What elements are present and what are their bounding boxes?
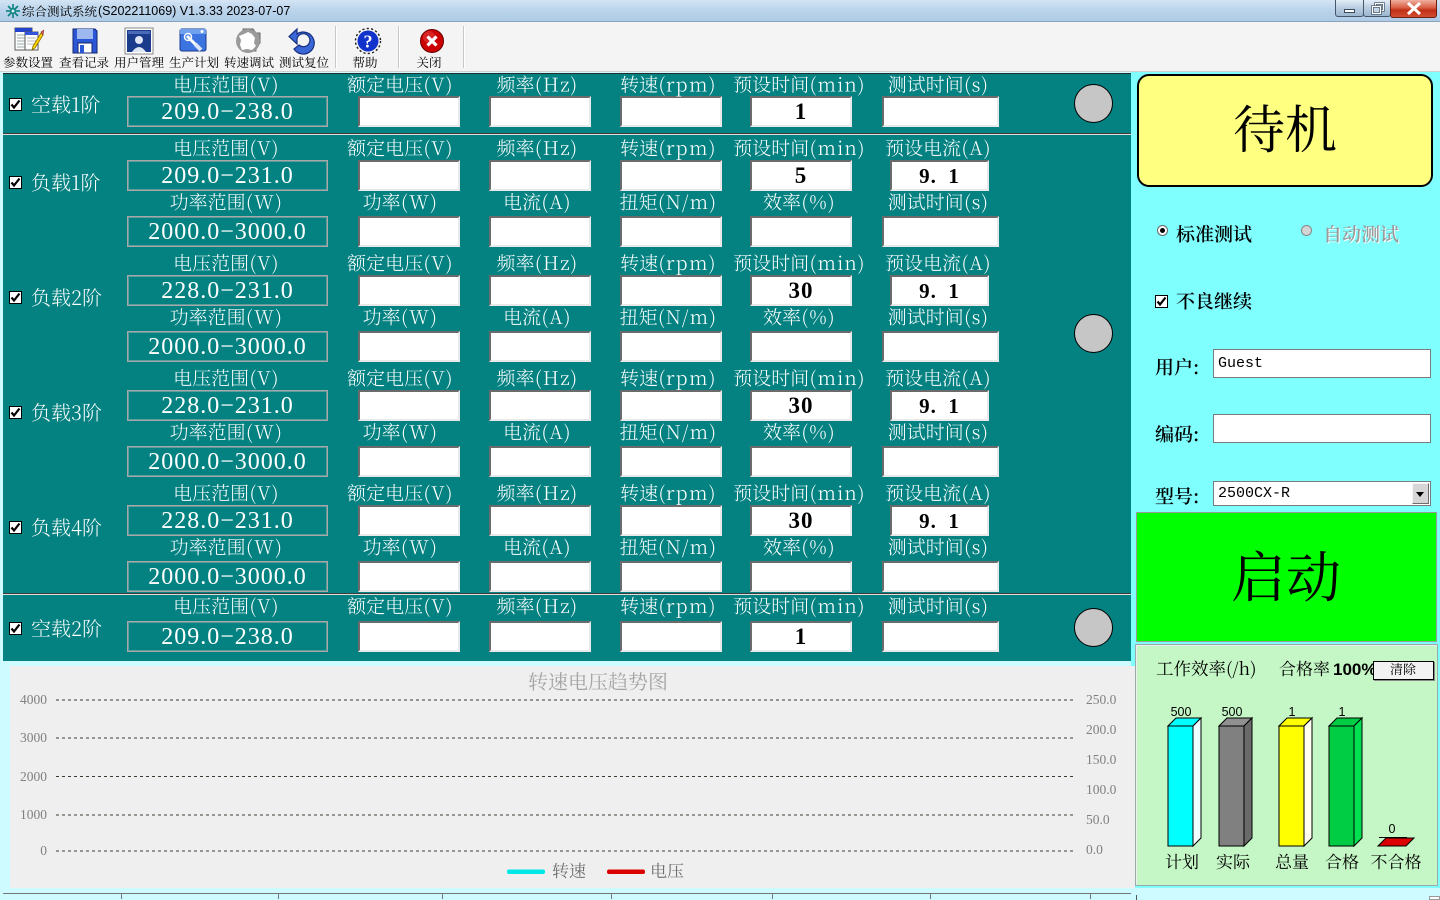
svg-text:?: ? (364, 32, 373, 52)
